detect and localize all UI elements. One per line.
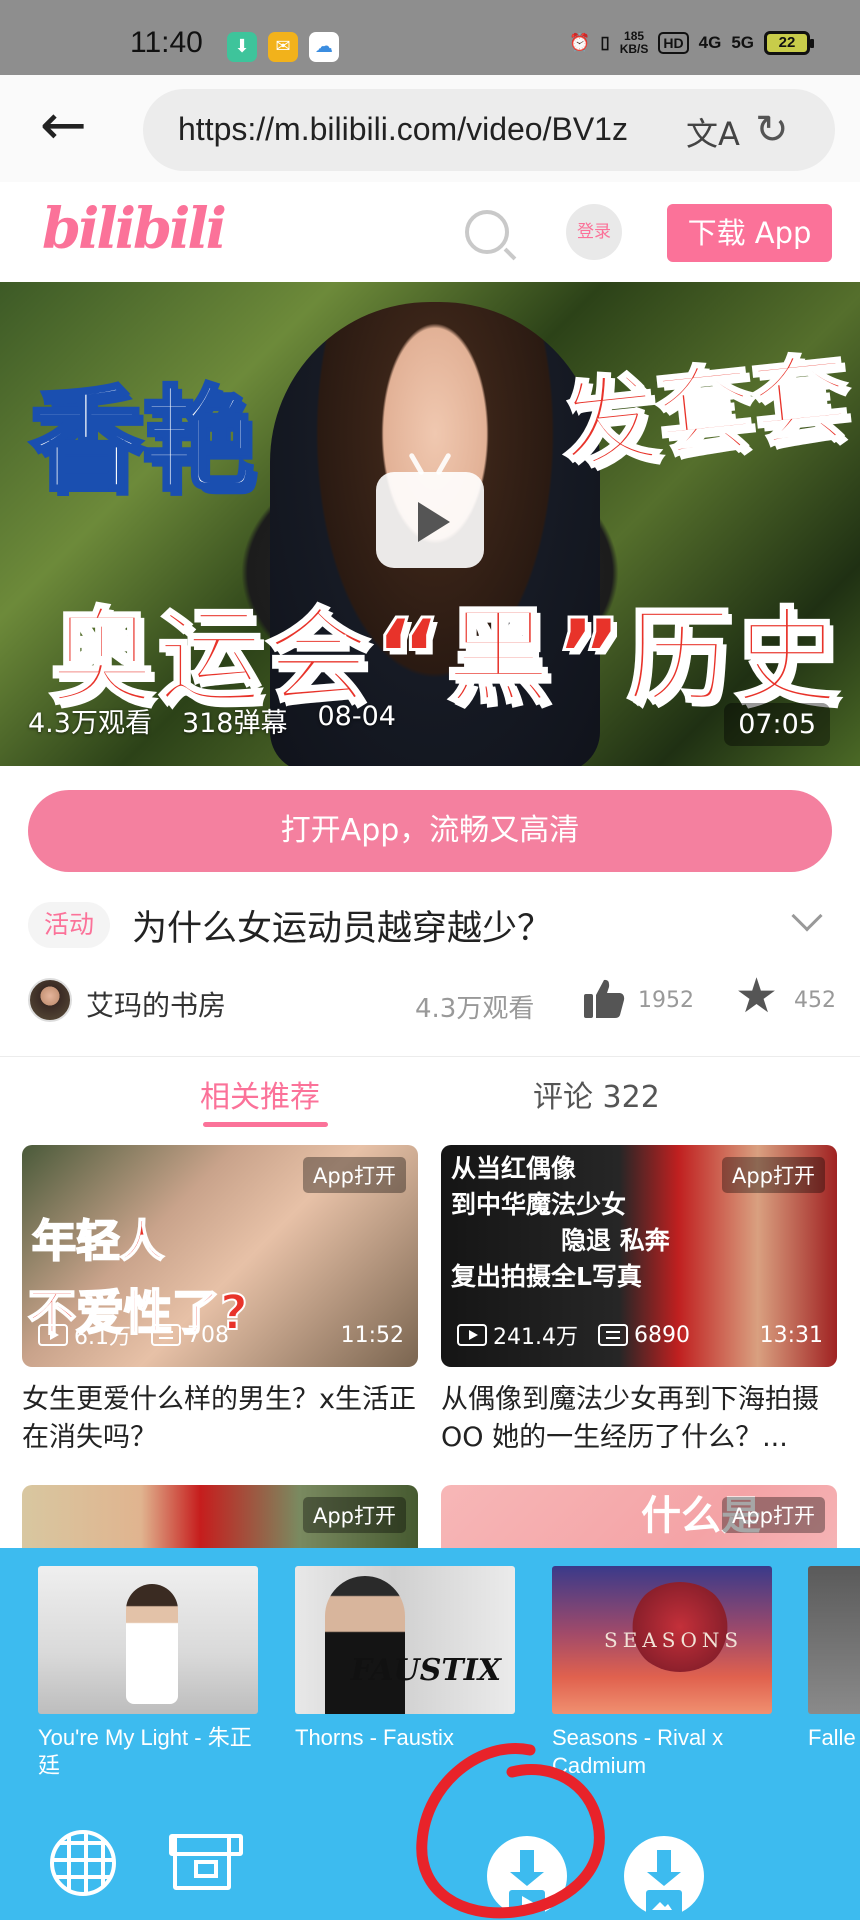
track-item[interactable]: SEASONS Seasons - Rival x Cadmium <box>552 1566 772 1780</box>
author-name[interactable]: 艾玛的书房 <box>86 984 226 1024</box>
vibrate-icon: ▯ <box>600 33 610 52</box>
video-badge <box>509 1890 545 1916</box>
video-danmaku: 318弹幕 <box>181 708 288 739</box>
app-open-tag[interactable]: App打开 <box>302 1157 406 1193</box>
thumbnail-caption-2: 发套套 <box>554 340 855 484</box>
video-card[interactable]: 从当红偶像 到中华魔法少女 隐退 私奔 复出拍摄全L写真 App打开 241.4… <box>441 1145 837 1457</box>
card-stats: 6.1万 708 11:52 <box>38 1319 404 1351</box>
star-icon[interactable]: ★ <box>735 972 778 1020</box>
download-image-icon[interactable] <box>624 1836 704 1916</box>
browser-toolbar: ← https://m.bilibili.com/video/BV1z 文A ↻ <box>0 75 860 182</box>
signal-5g: 5G <box>731 33 754 52</box>
track-artwork[interactable]: SEASONS <box>552 1566 772 1714</box>
download-app-button[interactable]: 下载 App <box>667 204 832 262</box>
login-button[interactable]: 登录 <box>566 204 622 260</box>
card-duration: 11:52 <box>340 1322 404 1348</box>
thumbnail-caption-1: 香艳 <box>28 374 256 508</box>
download-video-icon[interactable] <box>487 1836 567 1916</box>
danmaku-icon <box>151 1324 181 1346</box>
download-arrow <box>510 1850 544 1886</box>
tab-related[interactable]: 相关推荐 <box>200 1072 320 1116</box>
chevron-down-icon[interactable] <box>791 900 823 932</box>
app-open-tag[interactable]: App打开 <box>721 1157 825 1193</box>
battery-icon: 22 <box>764 31 814 55</box>
mail-notification-icon: ✉ <box>268 32 298 62</box>
track-title[interactable]: Seasons - Rival x Cadmium <box>552 1724 772 1780</box>
track-item[interactable]: Falle <box>808 1566 860 1752</box>
open-app-button[interactable]: 打开App，流畅又高清 <box>28 790 832 872</box>
play-count-icon <box>457 1324 487 1346</box>
bilibili-logo[interactable]: bilibili <box>42 196 227 262</box>
search-icon[interactable] <box>465 210 509 254</box>
play-button-ears <box>408 452 452 472</box>
address-bar[interactable]: https://m.bilibili.com/video/BV1z 文A ↻ <box>143 89 835 171</box>
back-arrow-icon[interactable]: ← <box>40 98 100 160</box>
divider <box>0 1056 860 1057</box>
card-danmaku: 6890 <box>633 1322 690 1348</box>
card-title[interactable]: 从偶像到魔法少女再到下海拍摄OO 她的一生经历了什么？... <box>441 1381 837 1457</box>
download-notification-icon: ⬇ <box>227 32 257 62</box>
app-open-tag[interactable]: App打开 <box>721 1497 825 1533</box>
reload-icon[interactable]: ↻ <box>755 107 789 153</box>
track-artwork[interactable] <box>38 1566 258 1714</box>
favorite-count: 452 <box>794 988 836 1013</box>
active-tab-indicator <box>203 1122 328 1127</box>
video-card[interactable]: 年轻人 不爱性了? App打开 6.1万 708 11:52 女生更爱什么样的男… <box>22 1145 418 1457</box>
card-danmaku: 708 <box>187 1322 229 1348</box>
danmaku-icon <box>597 1324 628 1346</box>
site-header: bilibili 登录 下载 App <box>0 182 860 282</box>
track-title[interactable]: Falle <box>808 1724 860 1752</box>
artwork-figure <box>126 1584 178 1704</box>
artwork-label: FAUSTIX <box>350 1653 501 1688</box>
status-indicators: ⏰ ▯ 185 KB/S HD 4G 5G 22 <box>569 29 814 56</box>
globe-icon[interactable] <box>50 1830 116 1896</box>
archive-icon[interactable] <box>169 1834 243 1890</box>
tab-comments[interactable]: 评论 322 <box>533 1072 660 1116</box>
video-stats: 4.3万观看 318弹幕 08-04 <box>28 701 396 740</box>
track-title[interactable]: Thorns - Faustix <box>295 1724 515 1752</box>
video-duration: 07:05 <box>724 703 830 746</box>
card-thumbnail[interactable]: 从当红偶像 到中华魔法少女 隐退 私奔 复出拍摄全L写真 App打开 241.4… <box>441 1145 837 1367</box>
url-text[interactable]: https://m.bilibili.com/video/BV1z <box>178 111 678 148</box>
track-item[interactable]: You're My Light - 朱正廷 <box>38 1566 258 1780</box>
track-item[interactable]: FAUSTIX Thorns - Faustix <box>295 1566 515 1752</box>
translate-icon[interactable]: 文A <box>686 109 740 155</box>
signal-4g: 4G <box>698 33 722 52</box>
card-views: 6.1万 <box>74 1325 131 1350</box>
track-title[interactable]: You're My Light - 朱正廷 <box>38 1724 258 1780</box>
status-time: 11:40 <box>130 26 203 59</box>
cloud-notification-icon: ☁ <box>309 32 339 62</box>
download-arrow <box>647 1850 681 1886</box>
hd-indicator: HD <box>658 32 689 54</box>
card-thumb-caption: 年轻人 <box>31 1215 165 1268</box>
author-row-views: 4.3万观看 <box>415 994 535 1024</box>
video-player[interactable]: 香艳 发套套 奥运会“黑”历史 4.3万观看 318弹幕 08-04 07:05 <box>0 282 860 766</box>
like-count: 1952 <box>638 988 694 1013</box>
net-speed: 185 KB/S <box>619 29 649 56</box>
track-artwork[interactable] <box>808 1566 860 1714</box>
image-badge <box>646 1890 682 1916</box>
video-views: 4.3万观看 <box>28 708 152 739</box>
artwork-label: SEASONS <box>604 1628 744 1652</box>
artwork-figure <box>325 1576 405 1714</box>
card-stats: 241.4万 6890 13:31 <box>457 1319 823 1351</box>
card-duration: 13:31 <box>759 1322 823 1348</box>
play-icon[interactable] <box>376 472 484 568</box>
video-title: 为什么女运动员越穿越少？ <box>132 909 553 949</box>
artwork-figure <box>630 1582 730 1672</box>
media-download-panel: You're My Light - 朱正廷 FAUSTIX Thorns - F… <box>0 1548 860 1920</box>
status-bar: 11:40 ⬇ ✉ ☁ ⏰ ▯ 185 KB/S HD 4G 5G 22 <box>0 0 860 75</box>
thumbs-up-icon[interactable] <box>582 976 626 1020</box>
card-thumb-caption: 从当红偶像 到中华魔法少女 隐退 私奔 复出拍摄全L写真 <box>451 1154 670 1291</box>
card-title[interactable]: 女生更爱什么样的男生？x生活正在消失吗？ <box>22 1381 418 1457</box>
app-open-tag[interactable]: App打开 <box>302 1497 406 1533</box>
author-avatar[interactable] <box>28 978 72 1022</box>
alarm-icon: ⏰ <box>569 33 591 52</box>
card-views: 241.4万 <box>493 1325 578 1350</box>
card-thumbnail[interactable]: 年轻人 不爱性了? App打开 6.1万 708 11:52 <box>22 1145 418 1367</box>
track-artwork[interactable]: FAUSTIX <box>295 1566 515 1714</box>
activity-tag[interactable]: 活动 <box>28 902 110 948</box>
play-count-icon <box>38 1324 68 1346</box>
video-date: 08-04 <box>317 701 396 732</box>
